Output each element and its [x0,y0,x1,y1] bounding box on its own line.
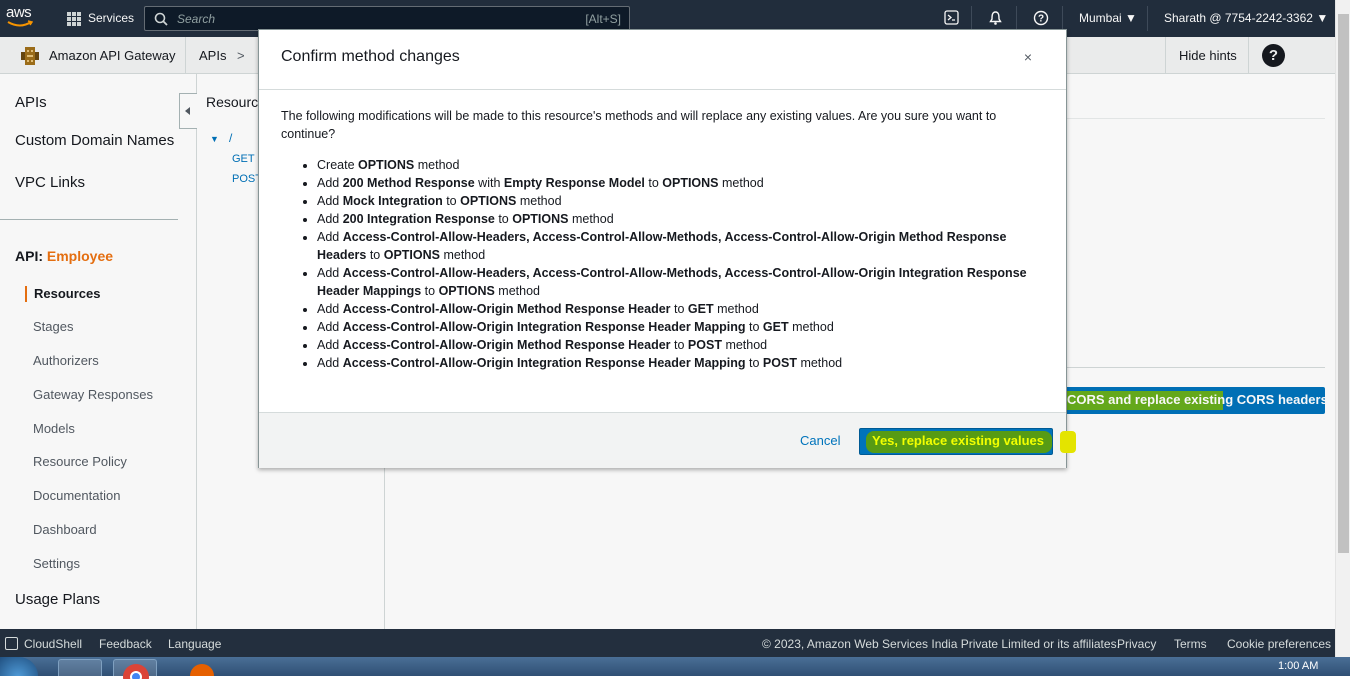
modification-text: method [414,158,460,172]
modification-text: to [670,302,688,316]
modification-text: Add [317,176,343,190]
modification-item: Add Access-Control-Allow-Origin Method R… [317,300,1044,318]
confirm-replace-label: Yes, replace existing values [872,433,1044,448]
modification-text: to [442,194,461,208]
modification-text: Add [317,338,343,352]
modification-term: POST [762,356,797,370]
highlight-mark [1060,431,1076,453]
modification-text: method [713,302,759,316]
modification-text: to [745,356,763,370]
modification-term: POST [687,338,722,352]
modification-text: Add [317,266,343,280]
cancel-button[interactable]: Cancel [800,433,840,448]
modification-term: GET [762,320,789,334]
footer-cookie-preferences[interactable]: Cookie preferences [1227,637,1331,651]
modification-text: method [568,212,614,226]
modification-item: Add 200 Integration Response to OPTIONS … [317,210,1044,228]
close-icon[interactable]: × [1024,49,1032,65]
modification-text: to [494,212,513,226]
modification-list: Create OPTIONS methodAdd 200 Method Resp… [317,156,1044,372]
modification-item: Add Access-Control-Allow-Origin Integrat… [317,318,1044,336]
file-explorer-icon[interactable] [58,659,102,676]
modification-item: Add 200 Method Response with Empty Respo… [317,174,1044,192]
modification-term: Empty Response Model [503,176,645,190]
footer-privacy[interactable]: Privacy [1117,637,1156,651]
dialog-footer: Cancel Yes, replace existing values [259,412,1076,468]
modification-text: Add [317,356,343,370]
modification-text: method [796,356,843,370]
modification-text: method [718,176,764,190]
modification-text: method [788,320,834,334]
modification-item: Add Mock Integration to OPTIONS method [317,192,1044,210]
modification-term: Access-Control-Allow-Origin Method Respo… [342,338,671,352]
modification-term: Access-Control-Allow-Origin Integration … [342,320,746,334]
footer-cloudshell[interactable]: CloudShell [24,637,82,651]
modification-text: to [745,320,763,334]
modification-term: OPTIONS [460,194,517,208]
console-footer: CloudShell Feedback Language © 2023, Ama… [0,629,1335,657]
modification-text: Add [317,194,343,208]
footer-copyright: © 2023, Amazon Web Services India Privat… [762,637,1120,651]
modification-text: Add [317,320,343,334]
modification-text: Add [317,212,343,226]
confirm-dialog: Confirm method changes × The following m… [258,29,1076,468]
footer-terms[interactable]: Terms [1174,637,1207,651]
modification-term: OPTIONS [512,212,569,226]
modification-text: to [670,338,688,352]
modification-term: 200 Integration Response [342,212,495,226]
modification-term: 200 Method Response [342,176,475,190]
modification-text: Create [317,158,358,172]
modification-text: Add [317,230,343,244]
start-button[interactable] [0,657,38,676]
footer-feedback[interactable]: Feedback [99,637,152,651]
modification-item: Add Access-Control-Allow-Headers, Access… [317,228,1044,264]
modification-item: Add Access-Control-Allow-Origin Method R… [317,336,1044,354]
scrollbar-thumb[interactable] [1338,14,1349,553]
modification-term: OPTIONS [662,176,719,190]
modification-term: Access-Control-Allow-Origin Method Respo… [342,302,671,316]
modification-text: Add [317,302,343,316]
cloudshell-icon [5,637,18,650]
modification-text: to [366,248,384,262]
modification-term: OPTIONS [383,248,440,262]
modification-text: method [721,338,768,352]
modification-text: method [516,194,562,208]
modification-term: Mock Integration [342,194,443,208]
confirm-replace-button[interactable]: Yes, replace existing values [859,428,1076,455]
dialog-title: Confirm method changes [281,48,460,65]
modification-term: Access-Control-Allow-Origin Integration … [342,356,746,370]
modification-text: method [494,284,540,298]
modification-text: to [421,284,439,298]
modification-item: Add Access-Control-Allow-Headers, Access… [317,264,1044,300]
footer-language[interactable]: Language [168,637,221,651]
modification-term: GET [687,302,714,316]
dialog-intro: The following modifications will be made… [281,109,997,141]
page-scrollbar[interactable] [1335,0,1350,657]
os-taskbar: 1:00 AM [0,657,1350,679]
taskbar-clock: 1:00 AM [1278,660,1319,672]
chrome-icon[interactable] [113,659,157,679]
modification-text: method [439,248,486,262]
modification-item: Create OPTIONS method [317,156,1044,174]
modification-item: Add Access-Control-Allow-Origin Integrat… [317,354,1044,372]
modification-term: OPTIONS [438,284,495,298]
modification-text: with [474,176,504,190]
modification-term: OPTIONS [358,158,415,172]
modification-text: to [644,176,663,190]
firefox-icon[interactable] [180,659,224,676]
